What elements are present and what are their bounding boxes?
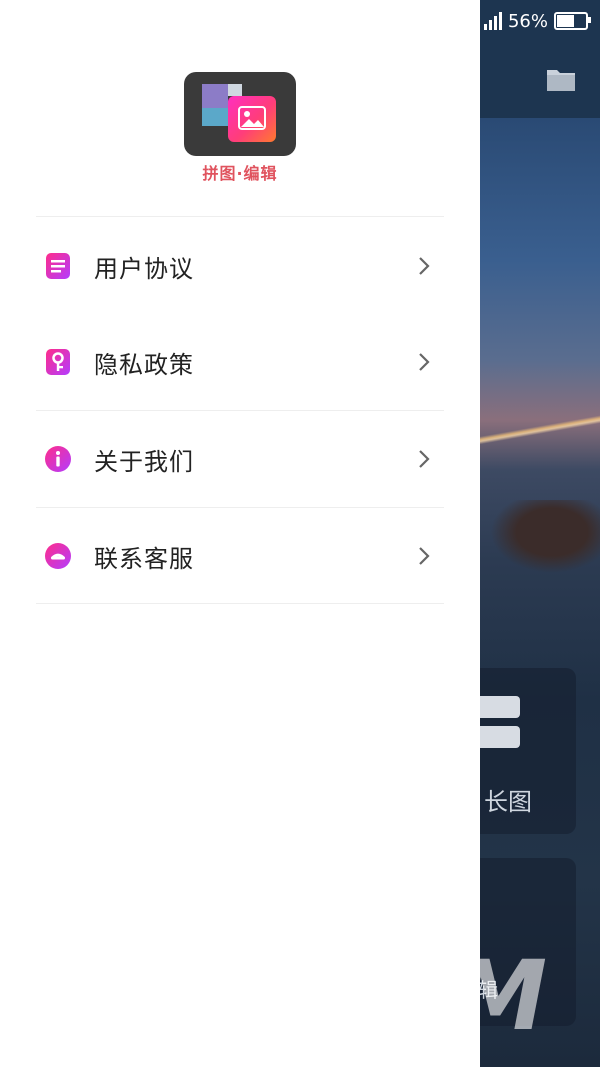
menu-item-privacy-policy[interactable]: 隐私政策 xyxy=(36,314,444,410)
service-icon xyxy=(44,542,72,570)
battery-icon xyxy=(554,12,591,30)
menu-label: 联系客服 xyxy=(94,544,194,573)
menu-item-about-us[interactable]: 关于我们 xyxy=(36,411,444,507)
chevron-right-icon xyxy=(419,257,430,275)
status-bar: 56% xyxy=(483,8,591,34)
menu-label: 隐私政策 xyxy=(94,350,194,379)
divider xyxy=(36,603,444,604)
bridge-lights xyxy=(480,412,600,452)
side-drawer: 拼图·编辑 用户协议 隐私政策 关于我们 联系客服 xyxy=(0,0,480,1067)
app-logo-text: 拼图·编辑 xyxy=(202,164,278,183)
battery-percent: 56% xyxy=(507,10,548,32)
chevron-right-icon xyxy=(419,353,430,371)
app-logo xyxy=(184,72,296,156)
menu-item-user-agreement[interactable]: 用户协议 xyxy=(36,218,444,314)
chevron-right-icon xyxy=(419,450,430,468)
menu-label: 关于我们 xyxy=(94,447,194,476)
menu-item-contact-support[interactable]: 联系客服 xyxy=(36,508,444,604)
key-icon xyxy=(44,348,72,376)
image-icon xyxy=(238,106,266,130)
divider xyxy=(36,216,444,217)
menu-label: 用户协议 xyxy=(94,254,194,283)
chevron-right-icon xyxy=(419,547,430,565)
info-icon xyxy=(44,445,72,473)
rocks xyxy=(480,500,600,580)
signal-icon xyxy=(483,12,502,30)
long-image-label: 长图 xyxy=(484,788,532,816)
document-icon xyxy=(44,252,72,280)
folder-icon[interactable] xyxy=(546,66,576,92)
